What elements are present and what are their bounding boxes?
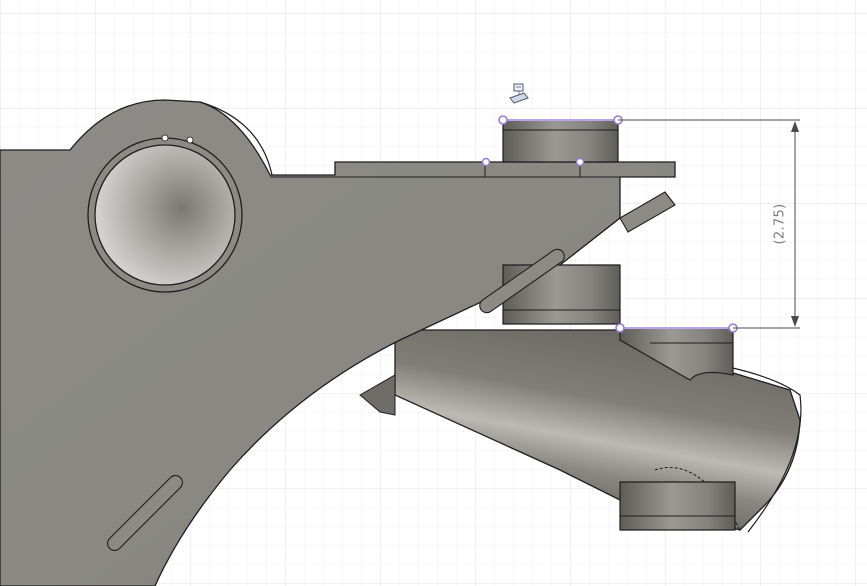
- sketch-point[interactable]: [575, 157, 585, 167]
- cad-viewport[interactable]: (2.75): [0, 0, 867, 586]
- sketch-point[interactable]: [615, 323, 625, 333]
- lower-cylinder[interactable]: [619, 481, 736, 531]
- sketch-point[interactable]: [498, 115, 508, 125]
- sketch-point[interactable]: [481, 157, 491, 167]
- dimension-value[interactable]: (2.75): [773, 204, 788, 245]
